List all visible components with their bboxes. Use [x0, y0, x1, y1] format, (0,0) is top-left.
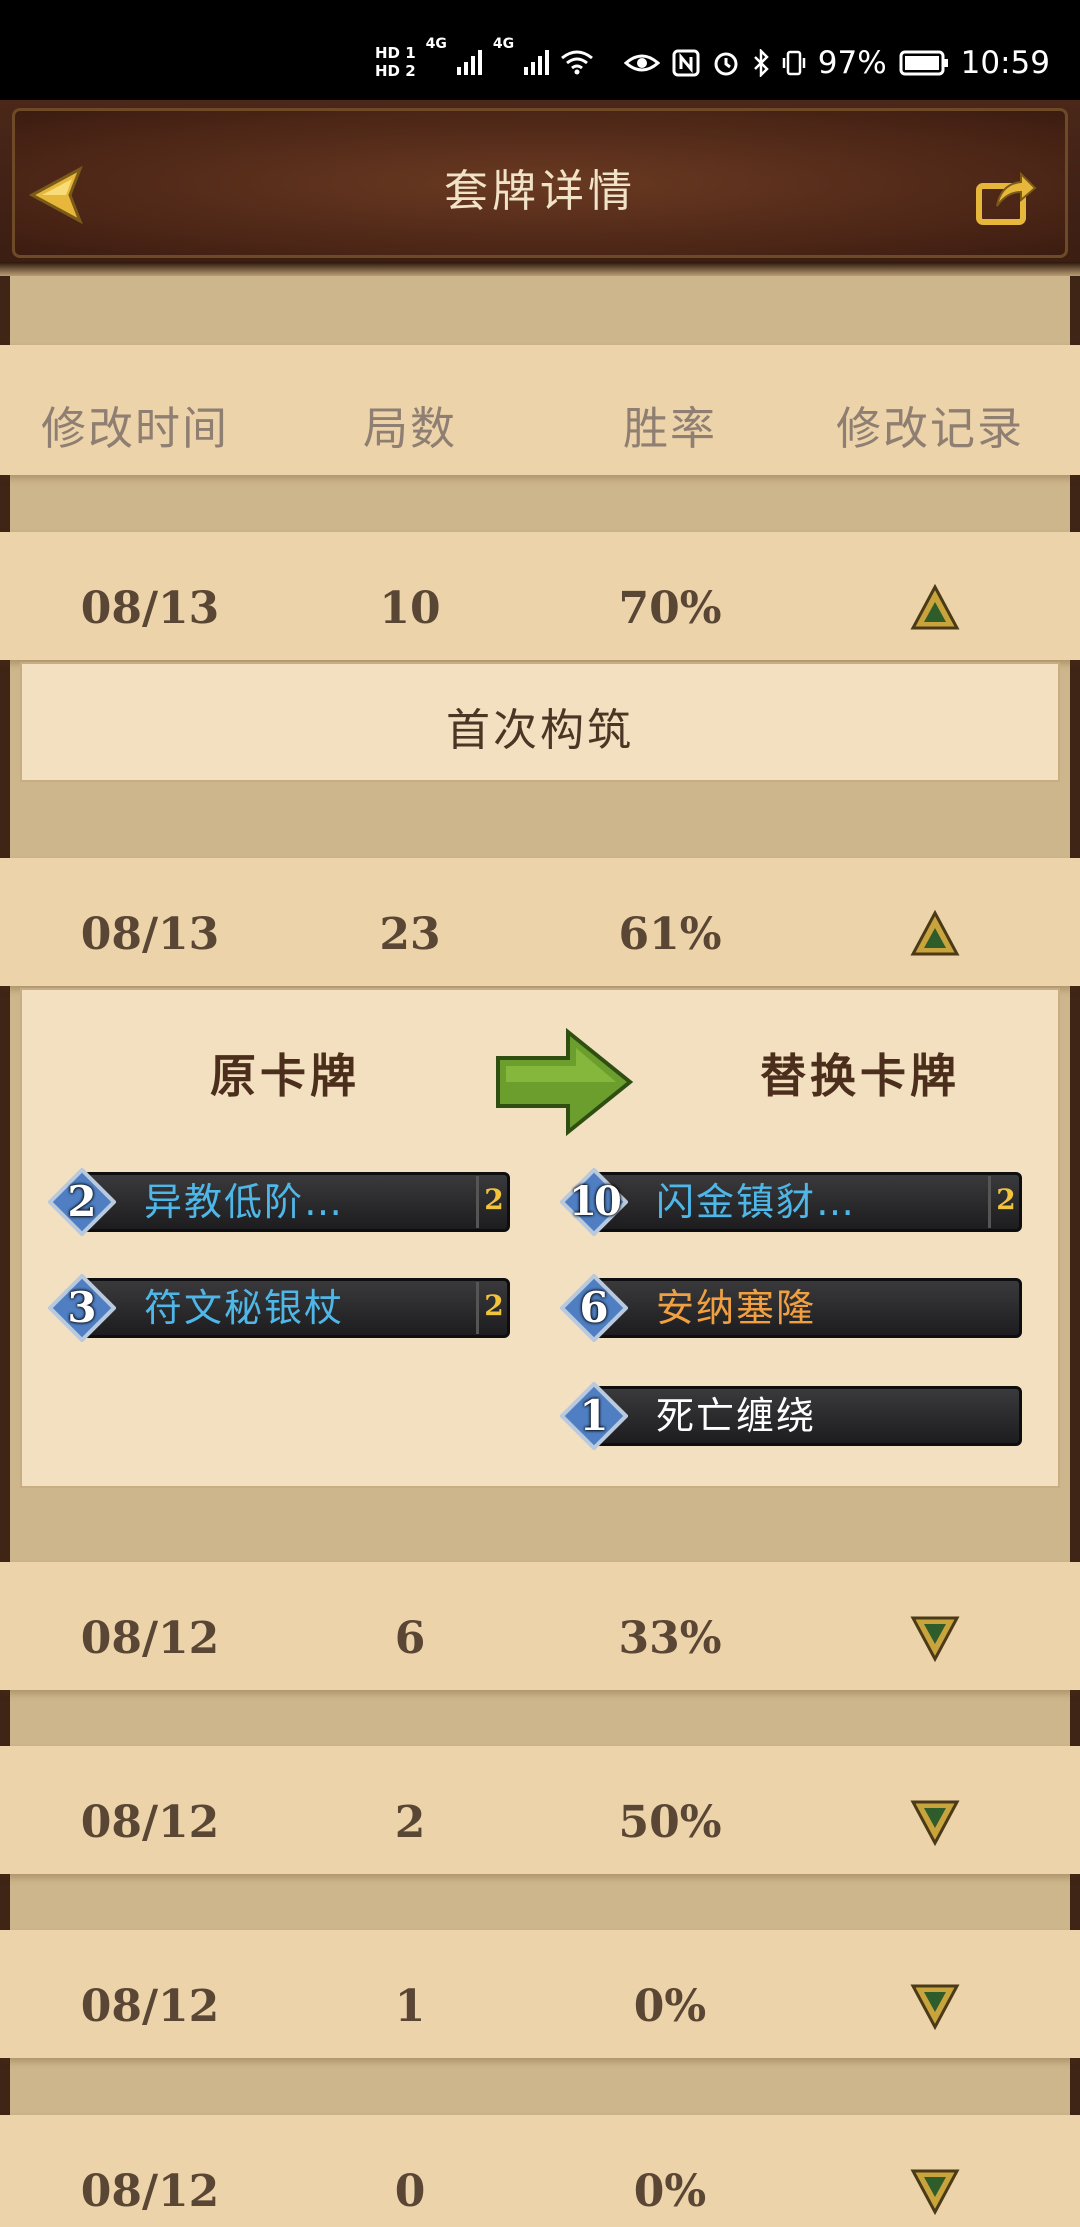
row-date: 08/12: [80, 1613, 220, 1664]
row-games: 6: [394, 1613, 426, 1664]
card-name: 安纳塞隆: [656, 1286, 817, 1330]
expand-toggle[interactable]: [910, 1982, 960, 2031]
expand-toggle[interactable]: [910, 1614, 960, 1663]
replacement-cards-title: 替换卡牌: [760, 1049, 960, 1103]
row-date: 08/13: [80, 583, 220, 634]
triangle-up-icon: [910, 909, 960, 956]
row-winrate: 33%: [618, 1613, 722, 1664]
card-slot[interactable]: 10 闪金镇豺… 2: [560, 1168, 1030, 1236]
battery-icon: [899, 50, 948, 76]
nfc-icon: [672, 49, 700, 77]
card-cost: 10: [569, 1178, 622, 1225]
card-count: 2: [476, 1176, 509, 1228]
row-winrate: 61%: [618, 909, 722, 960]
row-date: 08/12: [80, 1797, 220, 1848]
card-cost: 1: [579, 1391, 609, 1440]
battery-percent: 97%: [817, 45, 887, 81]
share-button[interactable]: [975, 168, 1037, 226]
column-header-games: 局数: [362, 402, 457, 455]
status-right: 97% 10:59: [623, 38, 1050, 88]
row-games: 10: [379, 583, 441, 634]
collapse-toggle[interactable]: [910, 583, 960, 632]
triangle-up-icon: [910, 583, 960, 630]
triangle-down-icon: [910, 1984, 960, 2031]
card-cost: 2: [67, 1177, 97, 1226]
row-winrate: 50%: [618, 1797, 722, 1848]
row-winrate: 0%: [633, 1981, 707, 2032]
row-games: 23: [379, 909, 441, 960]
row-date: 08/12: [80, 2166, 220, 2217]
card-count: 2: [476, 1282, 509, 1334]
wifi-icon: [561, 50, 594, 75]
share-icon: [976, 171, 1037, 225]
column-header-history: 修改记录: [835, 402, 1024, 455]
card-slot[interactable]: 1 死亡缠绕: [560, 1382, 1030, 1450]
hd-bottom: HD 2: [375, 62, 416, 80]
back-arrow-icon: [28, 165, 83, 225]
card-slot[interactable]: 2 异教低阶… 2: [48, 1168, 518, 1236]
card-slot[interactable]: 3 符文秘银杖 2: [48, 1274, 518, 1342]
triangle-down-icon: [910, 1800, 960, 1847]
card-name: 死亡缠绕: [656, 1394, 817, 1438]
card-cost: 3: [67, 1283, 97, 1332]
row-winrate: 0%: [633, 2166, 707, 2217]
signal-icon: [456, 50, 482, 75]
eye-icon: [623, 54, 660, 72]
signal-icon: [524, 50, 550, 75]
column-header-winrate: 胜率: [622, 402, 717, 455]
network-type-1: 4G: [425, 36, 447, 52]
status-left: HD 1 HD 2 4G 4G: [375, 36, 594, 88]
alarm-icon: [714, 52, 738, 76]
collapse-toggle[interactable]: [910, 909, 960, 958]
vibrate-icon: [782, 50, 805, 76]
replace-arrow-icon: [492, 1026, 637, 1138]
row-games: 0: [394, 2166, 426, 2217]
card-count: 2: [988, 1176, 1021, 1228]
triangle-down-icon: [910, 1616, 960, 1663]
row-games: 1: [394, 1981, 426, 2032]
clock-time: 10:59: [960, 45, 1050, 81]
triangle-down-icon: [910, 2169, 960, 2216]
row-winrate: 70%: [618, 583, 722, 634]
row-games: 2: [394, 1797, 426, 1848]
expand-toggle[interactable]: [910, 1798, 960, 1847]
column-header-date: 修改时间: [40, 402, 229, 455]
card-cost: 6: [579, 1283, 609, 1332]
bluetooth-icon: [753, 49, 769, 77]
expand-toggle[interactable]: [910, 2167, 960, 2216]
card-name: 异教低阶…: [144, 1180, 345, 1224]
back-button[interactable]: [28, 165, 90, 225]
row-date: 08/12: [80, 1981, 220, 2032]
card-name: 闪金镇豺…: [656, 1180, 857, 1224]
page-title: 套牌详情: [444, 166, 636, 217]
hd-top: HD 1: [375, 44, 416, 62]
first-build-label: 首次构筑: [446, 705, 634, 756]
card-slot[interactable]: 6 安纳塞隆: [560, 1274, 1030, 1342]
row-date: 08/13: [80, 909, 220, 960]
original-cards-title: 原卡牌: [210, 1049, 360, 1103]
hd-indicator: HD 1 HD 2: [375, 44, 416, 80]
network-type-2: 4G: [492, 36, 515, 52]
card-name: 符文秘银杖: [144, 1286, 345, 1330]
header-divider: [0, 262, 1080, 276]
